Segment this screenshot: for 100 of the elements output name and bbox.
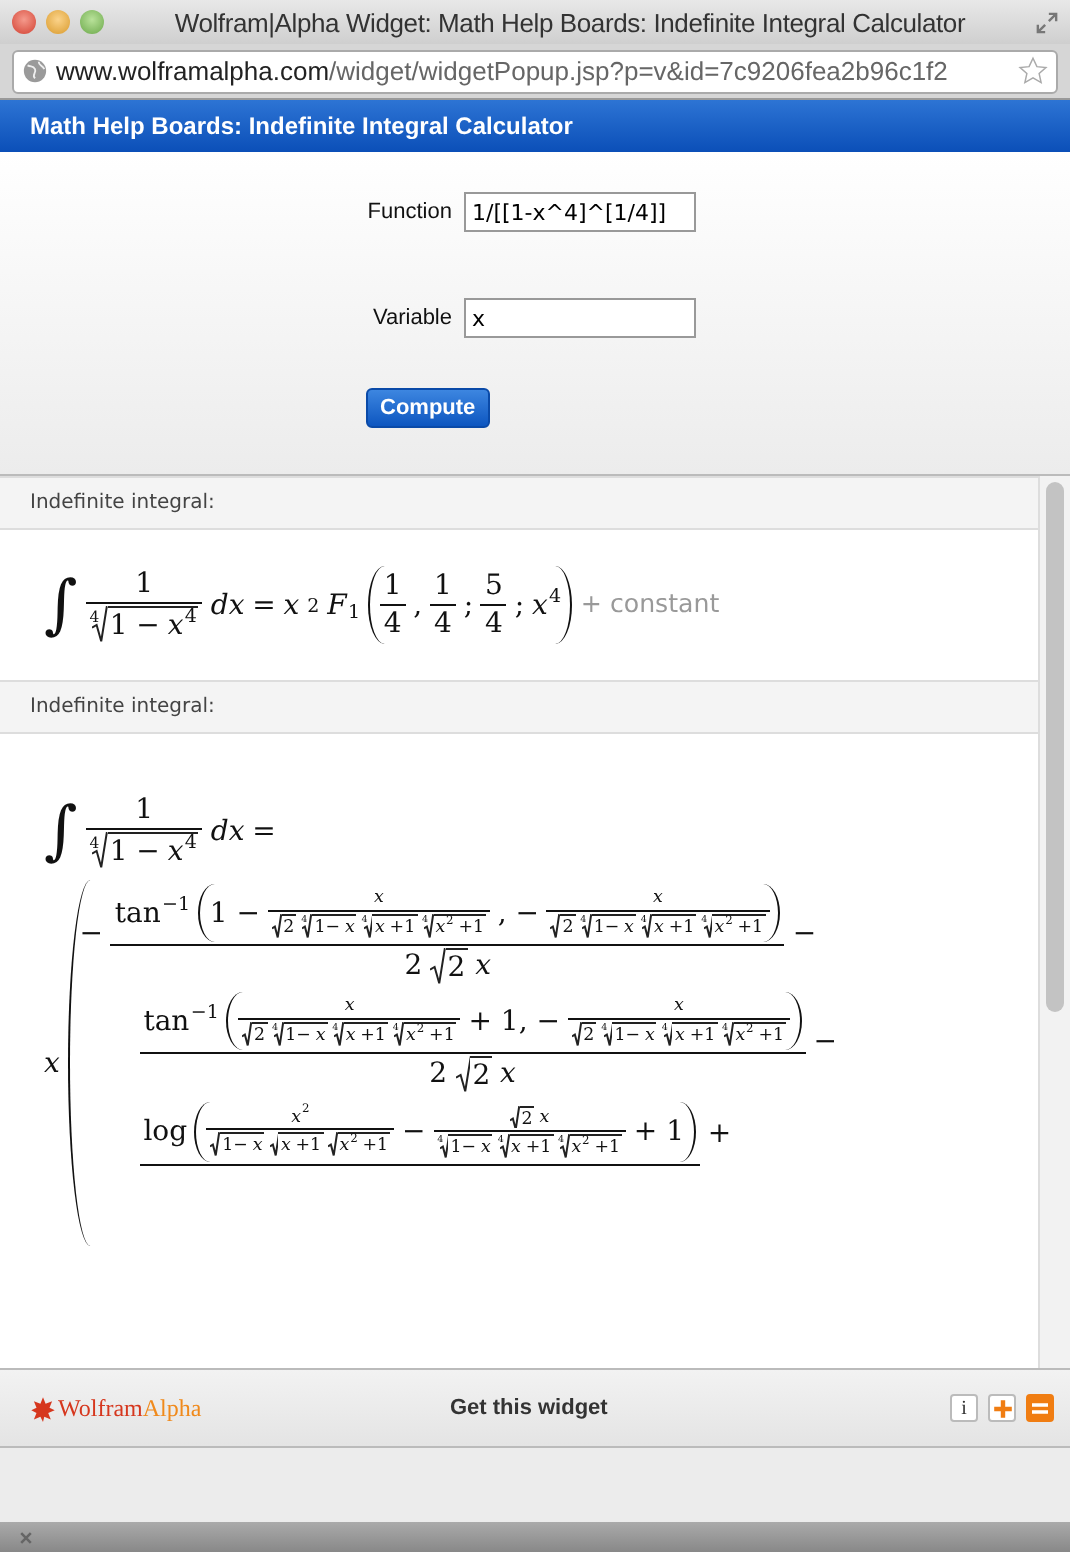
formula-text: 1: [434, 570, 452, 603]
formula-text: −: [813, 1026, 838, 1060]
close-button[interactable]: [12, 10, 36, 34]
formula-text: +1: [389, 918, 416, 939]
radical-icon: [455, 1056, 471, 1093]
formula-text: +1: [458, 918, 484, 939]
formula-text: 2: [307, 595, 320, 618]
formula-text: 1: [347, 601, 361, 624]
formula-text: 1: [135, 568, 154, 601]
formula-text: 2: [447, 952, 466, 985]
fullscreen-icon[interactable]: [1036, 11, 1058, 33]
formula-text: x: [511, 1138, 521, 1159]
formula-text: 1 −: [109, 836, 160, 869]
formula-text: x: [252, 1136, 263, 1157]
field-label: Variable: [370, 306, 452, 330]
formula-text: 1−: [285, 1026, 311, 1047]
formula-text: 1 −: [109, 610, 160, 643]
formula-text: 1−: [222, 1136, 248, 1157]
formula-text: x: [624, 918, 634, 939]
formula-text: x: [345, 1026, 356, 1047]
get-widget-link[interactable]: Get this widget: [450, 1396, 950, 1420]
radical-icon: [363, 914, 373, 939]
input-field[interactable]: 1/[[1-x^4]^[1/4]]: [464, 192, 696, 232]
address-field[interactable]: www.wolframalpha.com/widget/widgetPopup.jsp?p=v&id=7c9206fea2b96c1f2: [12, 49, 1058, 93]
formula-text: −: [792, 918, 817, 951]
formula-text: 2: [283, 918, 295, 939]
formula-text: x: [539, 1107, 550, 1127]
formula-text: −: [79, 918, 103, 951]
formula-text: ;: [514, 589, 525, 622]
compute-button[interactable]: Compute: [366, 388, 490, 428]
menu-button[interactable]: [1026, 1394, 1054, 1422]
formula-text: 4: [184, 606, 197, 629]
pod-title: Indefinite integral:: [30, 492, 215, 514]
input-field[interactable]: x: [464, 298, 696, 338]
formula-text: x: [344, 996, 355, 1017]
formula-text: 1−: [450, 1138, 477, 1159]
formula-text: ,: [413, 589, 423, 622]
formula-text: 2: [429, 1058, 448, 1091]
integral-sign: ∫: [44, 569, 78, 641]
starburst-icon: [30, 1395, 56, 1421]
radical-icon: [269, 1132, 279, 1157]
formula-text: +1: [737, 918, 764, 939]
star-icon[interactable]: [1018, 56, 1048, 86]
window-title: Wolfram|Alpha Widget: Math Help Boards: Indefinite Integral Calculator: [172, 7, 968, 37]
formula-text: 2: [253, 1026, 266, 1047]
formula-text: −: [401, 1115, 426, 1149]
formula-text: x: [654, 918, 664, 939]
add-button[interactable]: [988, 1394, 1016, 1422]
formula-text: x: [653, 888, 663, 909]
formula-text: x: [291, 1107, 302, 1127]
formula-text: tan: [114, 897, 161, 930]
info-button[interactable]: i: [950, 1394, 978, 1422]
zoom-button[interactable]: [80, 10, 104, 34]
formula-text: +1: [360, 1026, 386, 1047]
formula-text: x: [344, 918, 355, 939]
formula-text: 2: [562, 918, 574, 939]
globe-icon: [22, 58, 48, 84]
formula-text: +1: [689, 1026, 716, 1047]
formula-text: tan: [143, 1005, 190, 1038]
formula-text: x: [283, 589, 300, 622]
formula-text: x: [481, 1138, 491, 1159]
radical-icon: [439, 1134, 449, 1159]
formula-text: 2: [404, 950, 423, 983]
scroll-thumb[interactable]: [1046, 482, 1064, 1012]
logo-text: WolframAlpha: [58, 1393, 202, 1423]
minimize-button[interactable]: [46, 10, 70, 34]
formula-text: +1: [295, 1136, 322, 1157]
menu-icon: [1030, 1398, 1050, 1418]
formula-text: x: [475, 950, 492, 983]
formula-text: 4: [434, 608, 452, 641]
formula-text: log: [143, 1115, 188, 1149]
formula-text: x: [373, 888, 384, 909]
formula-text: x: [167, 836, 184, 869]
formula-text: x: [44, 1047, 60, 1080]
formula-text: 2: [521, 1109, 533, 1129]
formula-text: +1: [362, 1136, 389, 1157]
formula-text: 1 −: [209, 897, 260, 930]
formula-text: dx: [210, 815, 245, 848]
url-text: www.wolframalpha.com/widget/widgetPopup.jsp?p=v&id=7c9206fea2b96c1f2: [56, 56, 950, 86]
radical-icon: [703, 914, 713, 939]
integral-sign: ∫: [44, 796, 78, 867]
widget-title: Math Help Boards: Indefinite Integral Calculator: [30, 112, 573, 140]
formula-text: 4: [484, 608, 503, 641]
formula-text: −1: [190, 1001, 219, 1024]
formula-text: 1−: [593, 918, 620, 939]
formula-text: ;: [463, 589, 474, 622]
formula-text: x: [167, 610, 184, 643]
formula-text: +1: [758, 1026, 784, 1047]
formula-text: +1: [594, 1138, 621, 1159]
scrollbar[interactable]: [1038, 476, 1070, 1368]
formula-text: +1: [668, 918, 695, 939]
formula-text: x: [280, 1136, 291, 1157]
formula-text: x: [714, 918, 725, 939]
formula-text: 4: [383, 608, 402, 641]
formula-text: 4: [549, 585, 562, 608]
formula-text: 2: [472, 1060, 491, 1093]
radical-icon: [603, 1022, 613, 1047]
formula-text: x: [674, 1026, 685, 1047]
formula-text: x: [735, 1026, 746, 1047]
close-icon[interactable]: [18, 1529, 34, 1545]
